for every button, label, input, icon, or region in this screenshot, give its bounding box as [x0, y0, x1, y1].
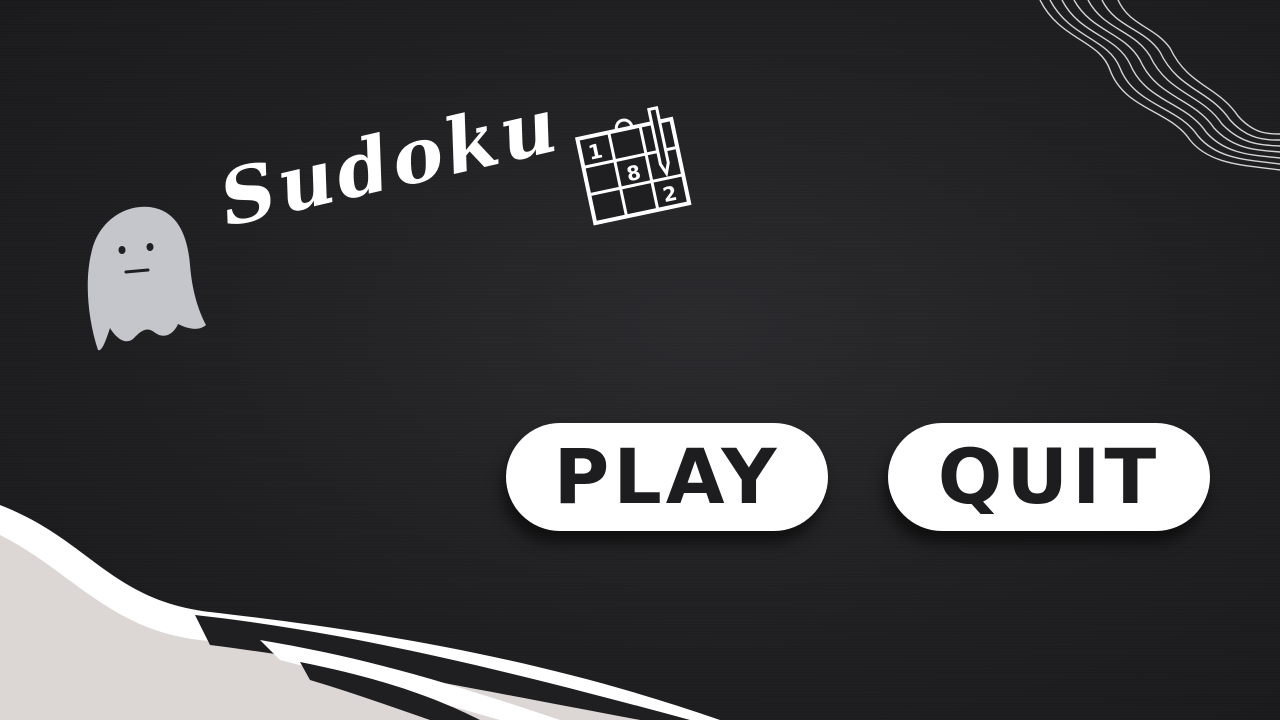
quit-button[interactable]: QUIT [888, 423, 1210, 531]
play-button[interactable]: PLAY [506, 423, 828, 531]
sudoku-grid-icon: 1 8 2 [575, 106, 692, 226]
main-menu-screen: Sudoku 1 8 2 PLAY QUIT [0, 0, 1280, 720]
quit-button-label: QUIT [937, 432, 1161, 521]
play-button-label: PLAY [553, 432, 781, 521]
ghost-icon [87, 206, 206, 351]
